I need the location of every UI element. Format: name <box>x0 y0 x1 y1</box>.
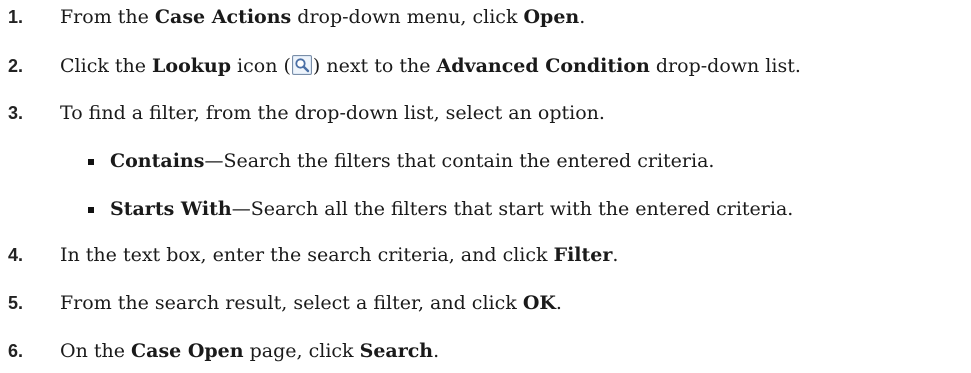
ui-term-advanced-condition: Advanced Condition <box>436 55 650 77</box>
text-run: From the search result, select a filter,… <box>60 292 523 314</box>
text-run: . <box>433 340 440 362</box>
ui-term-case-actions: Case Actions <box>154 6 292 28</box>
ui-term-starts-with: Starts With <box>110 198 232 220</box>
step-number: 3. <box>8 103 24 123</box>
ui-term-case-open: Case Open <box>131 340 244 362</box>
step-number: 1. <box>8 7 24 27</box>
text-run: drop-down menu, click <box>291 6 524 28</box>
step-text: From the search result, select a filter,… <box>60 288 562 318</box>
ui-term-filter: Filter <box>553 244 613 266</box>
lookup-magnifier-icon <box>291 54 312 75</box>
option-description: —Search the filters that contain the ent… <box>204 150 715 172</box>
option-text: Starts With—Search all the filters that … <box>110 194 793 224</box>
step-number: 6. <box>8 341 24 361</box>
step-text: To find a filter, from the drop-down lis… <box>60 102 605 124</box>
text-run: Click the <box>60 55 153 77</box>
step-text: In the text box, enter the search criter… <box>60 240 618 270</box>
option-description: —Search all the filters that start with … <box>231 198 794 220</box>
text-run: . <box>579 6 586 28</box>
ui-term-ok: OK <box>522 292 556 314</box>
ui-term-search: Search <box>359 340 434 362</box>
ui-term-open: Open <box>523 6 580 28</box>
step-number: 4. <box>8 245 24 265</box>
step-text: From the Case Actions drop-down menu, cl… <box>60 2 585 32</box>
text-run: . <box>612 244 619 266</box>
text-run: page, click <box>243 340 360 362</box>
ui-term-contains: Contains <box>110 150 205 172</box>
text-run: . <box>555 292 562 314</box>
option-text: Contains—Search the filters that contain… <box>110 146 714 176</box>
step-text: On the Case Open page, click Search. <box>60 336 439 366</box>
text-run: drop-down list. <box>649 55 801 77</box>
step-number: 2. <box>8 56 24 76</box>
text-run: From the <box>60 6 155 28</box>
square-bullet-icon <box>88 207 94 213</box>
text-run: icon ( <box>231 55 291 77</box>
text-run: In the text box, enter the search criter… <box>60 244 554 266</box>
text-run: On the <box>60 340 132 362</box>
text-run: ) next to the <box>312 55 437 77</box>
procedure-list: 1. From the Case Actions drop-down menu,… <box>0 0 971 373</box>
step-number: 5. <box>8 293 24 313</box>
step-text: Click the Lookup icon ( ) next to the Ad… <box>60 51 801 81</box>
ui-term-lookup: Lookup <box>152 55 232 77</box>
square-bullet-icon <box>88 159 94 165</box>
